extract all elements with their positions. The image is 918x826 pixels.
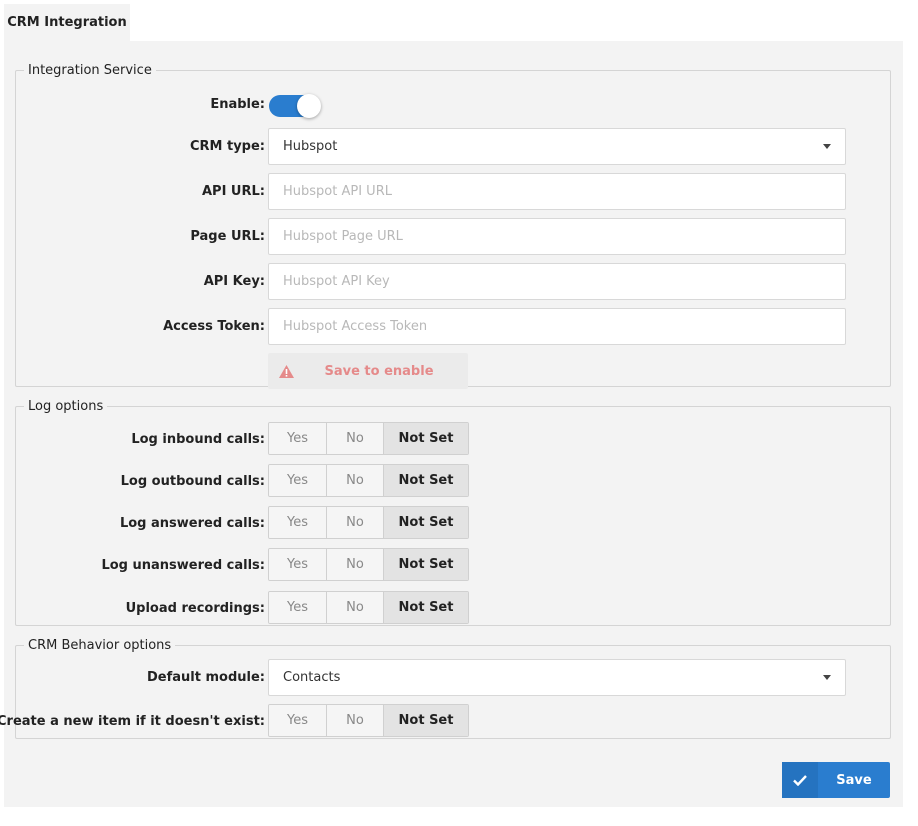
enable-label: Enable: — [210, 97, 265, 112]
crm-type-value: Hubspot — [283, 139, 338, 154]
upload-recordings-not-set[interactable]: Not Set — [384, 592, 468, 623]
create-item-not-set[interactable]: Not Set — [384, 705, 468, 736]
default-module-value: Contacts — [283, 670, 341, 685]
log-unanswered-label: Log unanswered calls: — [101, 558, 265, 573]
save-label: Save — [836, 772, 872, 788]
log-options-legend: Log options — [24, 399, 108, 414]
log-unanswered-segmented: Yes No Not Set — [268, 548, 469, 581]
page-url-input[interactable] — [268, 218, 846, 255]
log-outbound-label: Log outbound calls: — [120, 474, 265, 489]
log-answered-yes[interactable]: Yes — [269, 507, 327, 538]
create-item-yes[interactable]: Yes — [269, 705, 327, 736]
access-token-label: Access Token: — [163, 319, 265, 334]
tab-crm-integration[interactable]: CRM Integration — [4, 4, 130, 41]
settings-panel: Integration Service Enable: CRM type: Hu… — [0, 41, 903, 807]
log-options-group: Log options Log inbound calls: Yes No No… — [15, 399, 891, 626]
api-url-input[interactable] — [268, 173, 846, 210]
page-url-label: Page URL: — [190, 229, 265, 244]
toggle-knob — [297, 94, 321, 118]
log-answered-label: Log answered calls: — [119, 516, 265, 531]
default-module-label: Default module: — [147, 670, 265, 685]
chevron-down-icon — [823, 675, 831, 680]
log-outbound-no[interactable]: No — [327, 465, 384, 496]
log-answered-no[interactable]: No — [327, 507, 384, 538]
access-token-input[interactable] — [268, 308, 846, 345]
crm-type-label: CRM type: — [189, 139, 265, 154]
log-inbound-not-set[interactable]: Not Set — [384, 423, 468, 454]
crm-behavior-legend: CRM Behavior options — [24, 638, 176, 653]
warning-icon — [268, 364, 304, 378]
log-answered-not-set[interactable]: Not Set — [384, 507, 468, 538]
enable-toggle[interactable] — [269, 94, 321, 118]
create-item-label: Create a new item if it doesn't exist: — [0, 714, 265, 729]
upload-recordings-segmented: Yes No Not Set — [268, 591, 469, 624]
save-to-enable-label: Save to enable — [324, 363, 434, 379]
upload-recordings-no[interactable]: No — [327, 592, 384, 623]
log-inbound-segmented: Yes No Not Set — [268, 422, 469, 455]
create-item-segmented: Yes No Not Set — [268, 704, 469, 737]
save-to-enable-button[interactable]: Save to enable — [268, 353, 468, 389]
save-button[interactable]: Save — [782, 762, 890, 798]
check-icon — [782, 762, 818, 798]
log-outbound-segmented: Yes No Not Set — [268, 464, 469, 497]
crm-behavior-group: CRM Behavior options Default module: Con… — [0, 638, 891, 739]
api-url-label: API URL: — [201, 184, 265, 199]
log-outbound-not-set[interactable]: Not Set — [384, 465, 468, 496]
chevron-down-icon — [823, 144, 831, 149]
log-unanswered-no[interactable]: No — [327, 549, 384, 580]
integration-service-legend: Integration Service — [24, 63, 156, 78]
api-key-label: API Key: — [203, 274, 265, 289]
upload-recordings-yes[interactable]: Yes — [269, 592, 327, 623]
default-module-select[interactable]: Contacts — [268, 659, 846, 696]
upload-recordings-label: Upload recordings: — [125, 601, 265, 616]
log-answered-segmented: Yes No Not Set — [268, 506, 469, 539]
log-outbound-yes[interactable]: Yes — [269, 465, 327, 496]
log-inbound-no[interactable]: No — [327, 423, 384, 454]
log-unanswered-not-set[interactable]: Not Set — [384, 549, 468, 580]
create-item-no[interactable]: No — [327, 705, 384, 736]
log-inbound-yes[interactable]: Yes — [269, 423, 327, 454]
log-unanswered-yes[interactable]: Yes — [269, 549, 327, 580]
log-inbound-label: Log inbound calls: — [131, 432, 265, 447]
integration-service-group: Integration Service Enable: CRM type: Hu… — [15, 63, 891, 389]
api-key-input[interactable] — [268, 263, 846, 300]
crm-type-select[interactable]: Hubspot — [268, 128, 846, 165]
